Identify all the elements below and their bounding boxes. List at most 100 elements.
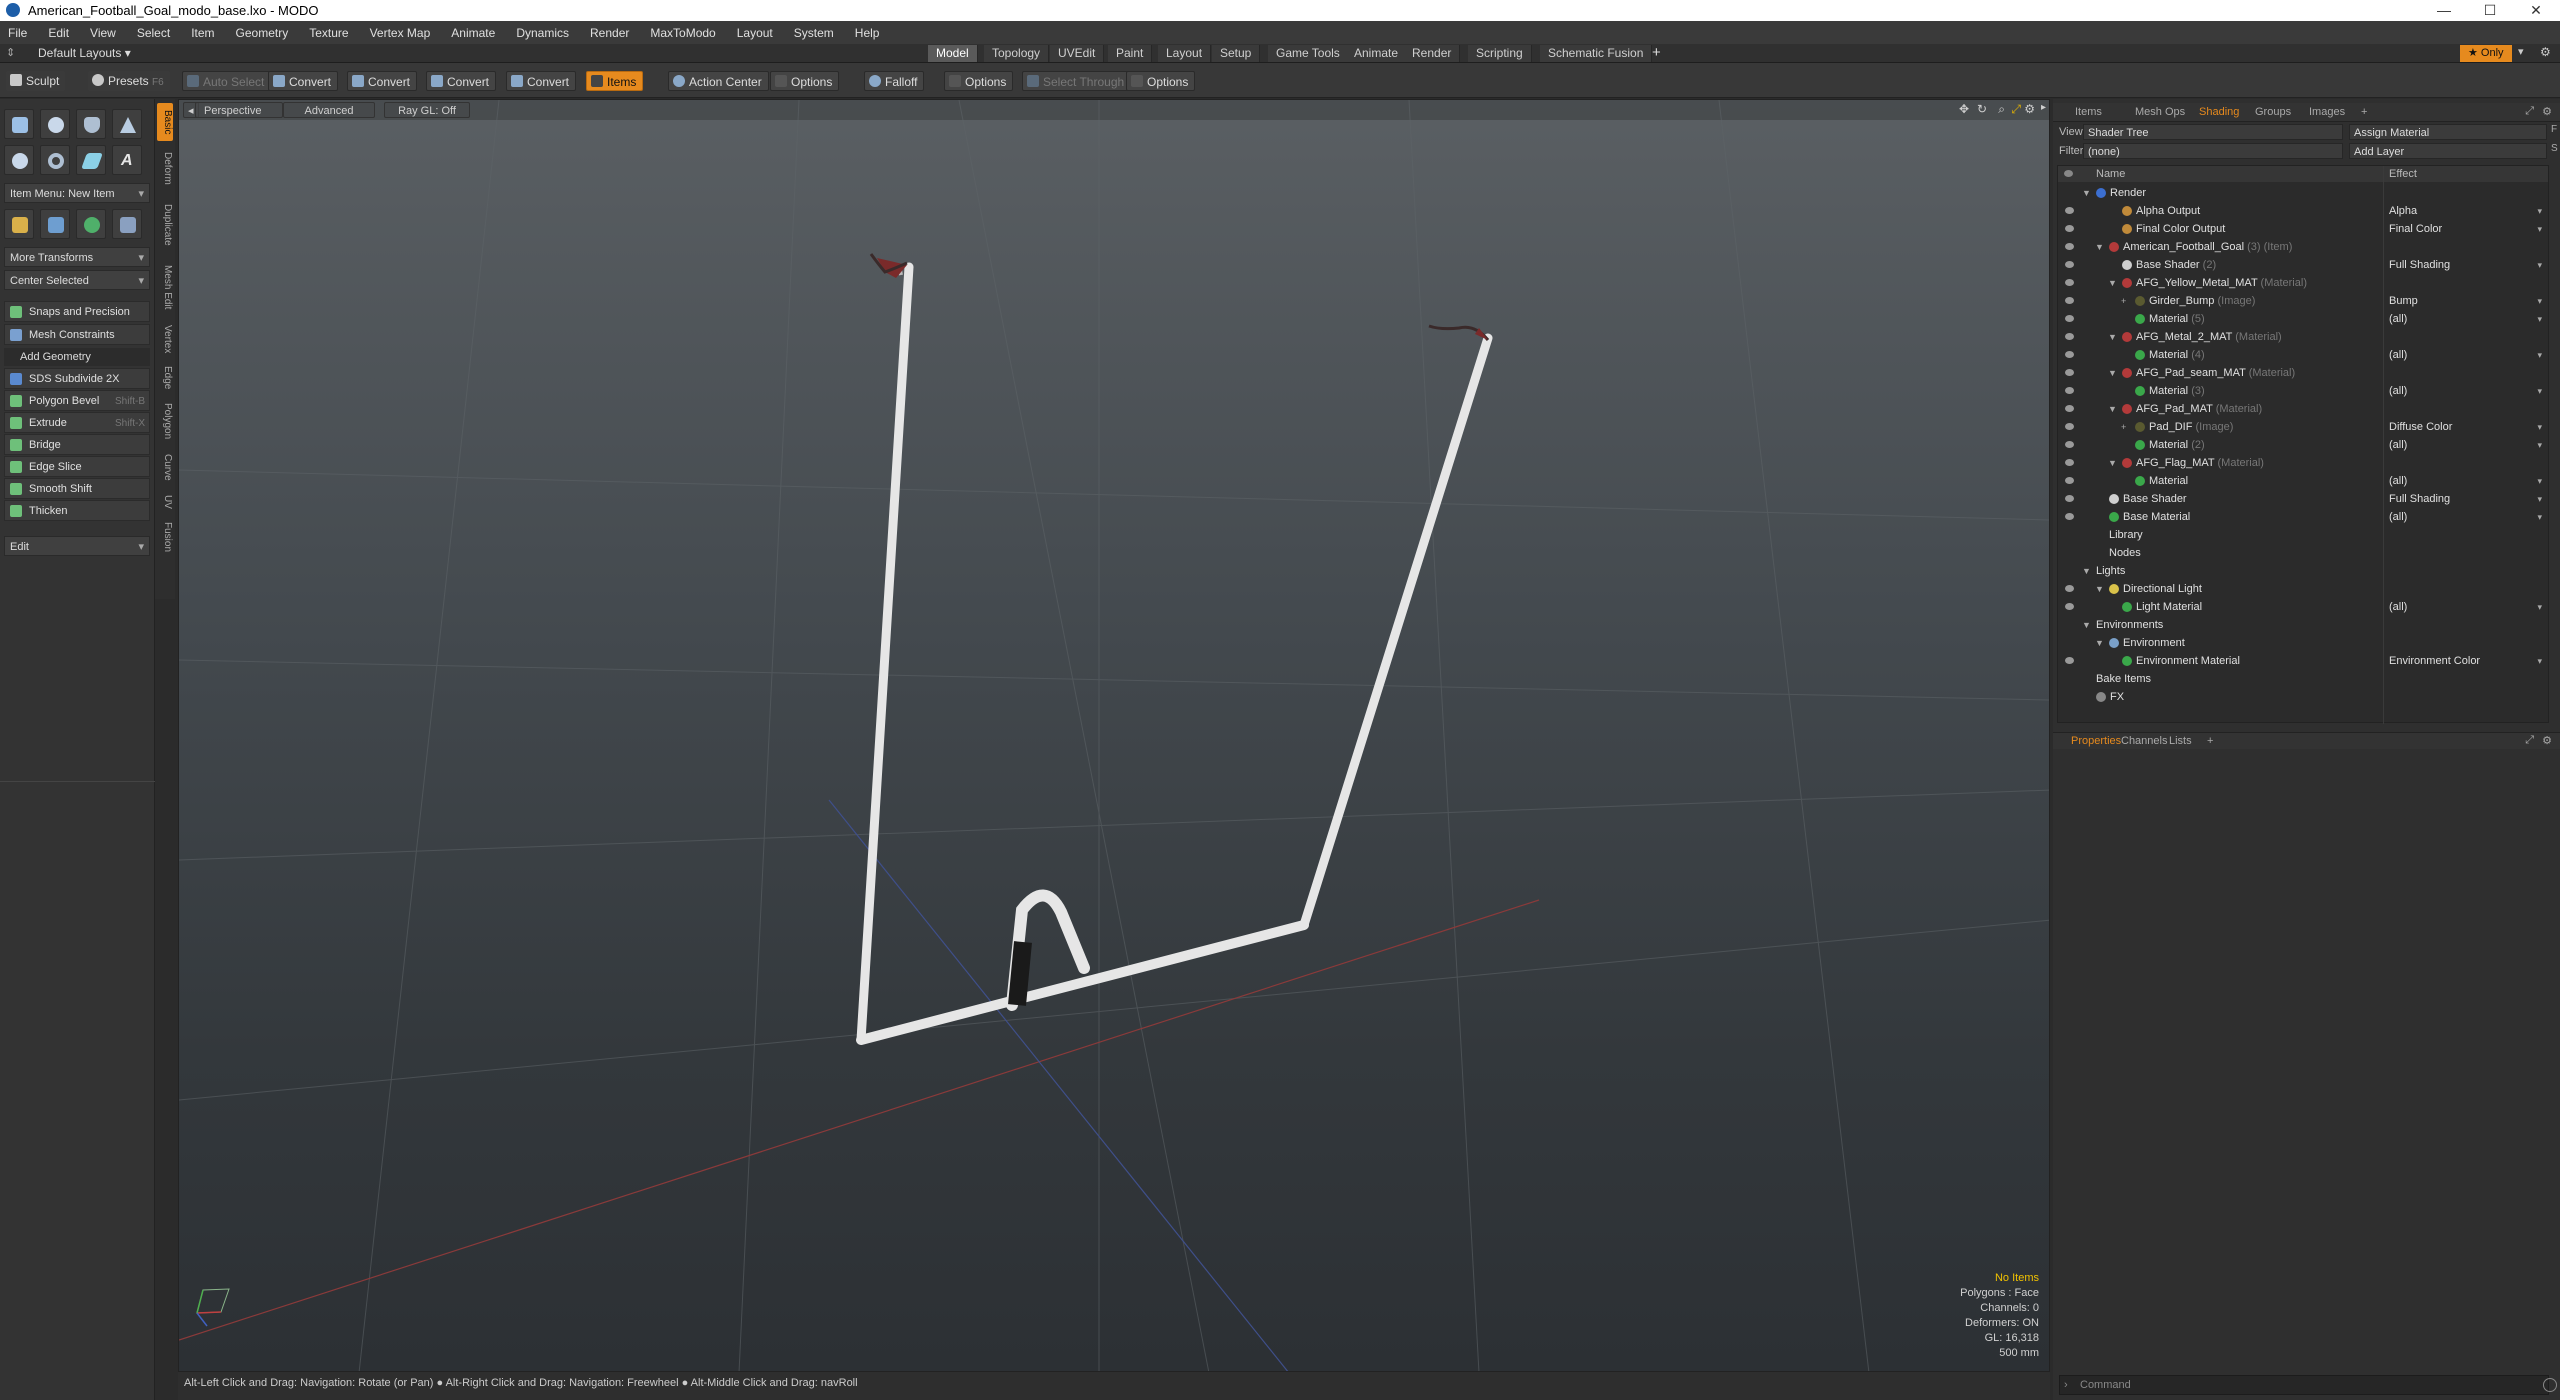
cone-icon[interactable] bbox=[112, 109, 142, 139]
visibility-eye-icon[interactable] bbox=[2065, 279, 2074, 286]
convert-button-3[interactable]: Convert bbox=[426, 71, 497, 91]
command-input[interactable]: › Command bbox=[2059, 1375, 2549, 1395]
tree-row[interactable]: ▼ Environment bbox=[2058, 634, 2548, 652]
layout-tab-topology[interactable]: Topology bbox=[984, 45, 1050, 62]
tool-bridge-button[interactable]: Bridge bbox=[4, 434, 150, 455]
layout-preset-dropdown[interactable]: Default Layouts ▾ bbox=[38, 46, 131, 60]
collapse-arrow-icon[interactable]: ▼ bbox=[2095, 634, 2104, 652]
action-center-button[interactable]: Action Center bbox=[668, 71, 769, 91]
tree-row[interactable]: ▼ Directional Light bbox=[2058, 580, 2548, 598]
visibility-eye-icon[interactable] bbox=[2065, 477, 2074, 484]
layout-tab-uvedit[interactable]: UVEdit bbox=[1050, 45, 1105, 62]
view-dropdown[interactable]: Shader Tree bbox=[2083, 124, 2343, 140]
menu-animate[interactable]: Animate bbox=[451, 26, 495, 40]
menu-maxtomodo[interactable]: MaxToModo bbox=[650, 26, 715, 40]
tree-row[interactable]: ▼ AFG_Yellow_Metal_MAT (Material) bbox=[2058, 274, 2548, 292]
tool-extrude-button[interactable]: Extrude Shift-X bbox=[4, 412, 150, 433]
add-layout-icon[interactable]: + bbox=[1652, 44, 1661, 61]
prop-tab-add[interactable]: + bbox=[2201, 734, 2219, 749]
convert-button-4[interactable]: Convert bbox=[506, 71, 577, 91]
menu-vertex-map[interactable]: Vertex Map bbox=[370, 26, 431, 40]
tree-row[interactable]: Material (4) (all) ▾ bbox=[2058, 346, 2548, 364]
collapse-arrow-icon[interactable]: ▼ bbox=[2095, 580, 2104, 598]
tree-row[interactable]: ▼ American_Football_Goal (3) (Item) bbox=[2058, 238, 2548, 256]
shading-tab-groups[interactable]: Groups bbox=[2249, 105, 2297, 120]
minimize-icon[interactable]: — bbox=[2422, 0, 2466, 21]
effect-value[interactable]: (all) bbox=[2389, 382, 2407, 400]
visibility-eye-icon[interactable] bbox=[2065, 297, 2074, 304]
tree-row[interactable]: Material (5) (all) ▾ bbox=[2058, 310, 2548, 328]
effect-dropdown-icon[interactable]: ▾ bbox=[2537, 202, 2542, 220]
effect-value[interactable]: (all) bbox=[2389, 346, 2407, 364]
tree-row[interactable]: ▼ Lights bbox=[2058, 562, 2548, 580]
more-transforms-dropdown[interactable]: More Transforms bbox=[4, 247, 150, 268]
menu-system[interactable]: System bbox=[794, 26, 834, 40]
visibility-eye-icon[interactable] bbox=[2065, 495, 2074, 502]
shading-tab-shading[interactable]: Shading bbox=[2193, 105, 2245, 120]
tree-row[interactable]: ▼ Render bbox=[2058, 184, 2548, 202]
falloff-options-button[interactable]: Options bbox=[944, 71, 1014, 91]
vtab-curve[interactable]: Curve bbox=[157, 447, 173, 487]
vtab-vertex[interactable]: Vertex bbox=[157, 319, 173, 359]
tree-row[interactable]: Environment Material Environment Color ▾ bbox=[2058, 652, 2548, 670]
layout-tab-game-tools[interactable]: Game Tools bbox=[1268, 45, 1349, 62]
effect-dropdown-icon[interactable]: ▾ bbox=[2537, 220, 2542, 238]
effect-dropdown-icon[interactable]: ▾ bbox=[2537, 256, 2542, 274]
items-button[interactable]: Items bbox=[586, 71, 644, 91]
visibility-eye-icon[interactable] bbox=[2065, 387, 2074, 394]
select-through-options-button[interactable]: Options bbox=[1126, 71, 1196, 91]
menu-view[interactable]: View bbox=[90, 26, 116, 40]
prop-tab-lists[interactable]: Lists bbox=[2163, 734, 2198, 749]
effect-value[interactable]: Environment Color bbox=[2389, 652, 2480, 670]
expand-plus-icon[interactable]: + bbox=[2121, 418, 2126, 436]
s-icon[interactable]: S bbox=[2551, 143, 2558, 154]
effect-value[interactable]: (all) bbox=[2389, 598, 2407, 616]
menu-texture[interactable]: Texture bbox=[309, 26, 348, 40]
gear-icon[interactable]: ⚙ bbox=[2540, 45, 2551, 59]
menu-dynamics[interactable]: Dynamics bbox=[516, 26, 569, 40]
collapse-arrow-icon[interactable]: ▼ bbox=[2108, 364, 2117, 382]
shading-tab-images[interactable]: Images bbox=[2303, 105, 2351, 120]
menu-select[interactable]: Select bbox=[137, 26, 170, 40]
tree-row[interactable]: ▼ Environments bbox=[2058, 616, 2548, 634]
sphere-icon[interactable] bbox=[40, 109, 70, 139]
visibility-eye-icon[interactable] bbox=[2065, 333, 2074, 340]
effect-value[interactable]: Full Shading bbox=[2389, 256, 2450, 274]
visibility-eye-icon[interactable] bbox=[2065, 225, 2074, 232]
collapse-arrow-icon[interactable]: ▼ bbox=[2082, 562, 2091, 580]
pyramid-icon[interactable] bbox=[112, 209, 142, 239]
item-menu-dropdown[interactable]: Item Menu: New Item bbox=[4, 183, 150, 204]
3d-viewport[interactable]: ◂ Perspective Advanced Ray GL: Off ✥ ↻ ⌕… bbox=[178, 99, 2050, 1372]
effect-dropdown-icon[interactable]: ▾ bbox=[2537, 436, 2542, 454]
layout-tab-scripting[interactable]: Scripting bbox=[1468, 45, 1532, 62]
effect-dropdown-icon[interactable]: ▾ bbox=[2537, 472, 2542, 490]
tool-polygon-bevel-button[interactable]: Polygon Bevel Shift-B bbox=[4, 390, 150, 411]
presets-button[interactable]: Presets F6 bbox=[88, 71, 170, 91]
collapse-arrow-icon[interactable]: ▼ bbox=[2108, 400, 2117, 418]
vtab-deform[interactable]: Deform bbox=[157, 143, 173, 193]
effect-value[interactable]: Full Shading bbox=[2389, 490, 2450, 508]
vtab-polygon[interactable]: Polygon bbox=[157, 397, 173, 445]
tree-row[interactable]: ▼ AFG_Flag_MAT (Material) bbox=[2058, 454, 2548, 472]
effect-dropdown-icon[interactable]: ▾ bbox=[2537, 652, 2542, 670]
effect-dropdown-icon[interactable]: ▾ bbox=[2537, 292, 2542, 310]
vtab-fusion[interactable]: Fusion bbox=[157, 517, 173, 557]
visibility-eye-icon[interactable] bbox=[2065, 369, 2074, 376]
toroid-icon[interactable] bbox=[40, 145, 70, 175]
action-center-options-button[interactable]: Options bbox=[770, 71, 840, 91]
vtab-edge[interactable]: Edge bbox=[157, 361, 173, 395]
effect-dropdown-icon[interactable]: ▾ bbox=[2537, 490, 2542, 508]
layout-tab-render[interactable]: Render bbox=[1404, 45, 1461, 62]
visibility-eye-icon[interactable] bbox=[2065, 459, 2074, 466]
menu-geometry[interactable]: Geometry bbox=[236, 26, 289, 40]
cylinder-icon[interactable] bbox=[76, 109, 106, 139]
pen-tool-icon[interactable] bbox=[76, 145, 106, 175]
only-toggle[interactable]: ★ Only bbox=[2460, 45, 2512, 62]
tree-row[interactable]: Material (all) ▾ bbox=[2058, 472, 2548, 490]
effect-dropdown-icon[interactable]: ▾ bbox=[2537, 346, 2542, 364]
tree-row[interactable]: + Girder_Bump (Image) Bump ▾ bbox=[2058, 292, 2548, 310]
effect-dropdown-icon[interactable]: ▾ bbox=[2537, 310, 2542, 328]
vtab-mesh-edit[interactable]: Mesh Edit bbox=[157, 257, 173, 317]
collapse-arrow-icon[interactable]: ▼ bbox=[2082, 184, 2091, 202]
convert-button-2[interactable]: Convert bbox=[347, 71, 418, 91]
